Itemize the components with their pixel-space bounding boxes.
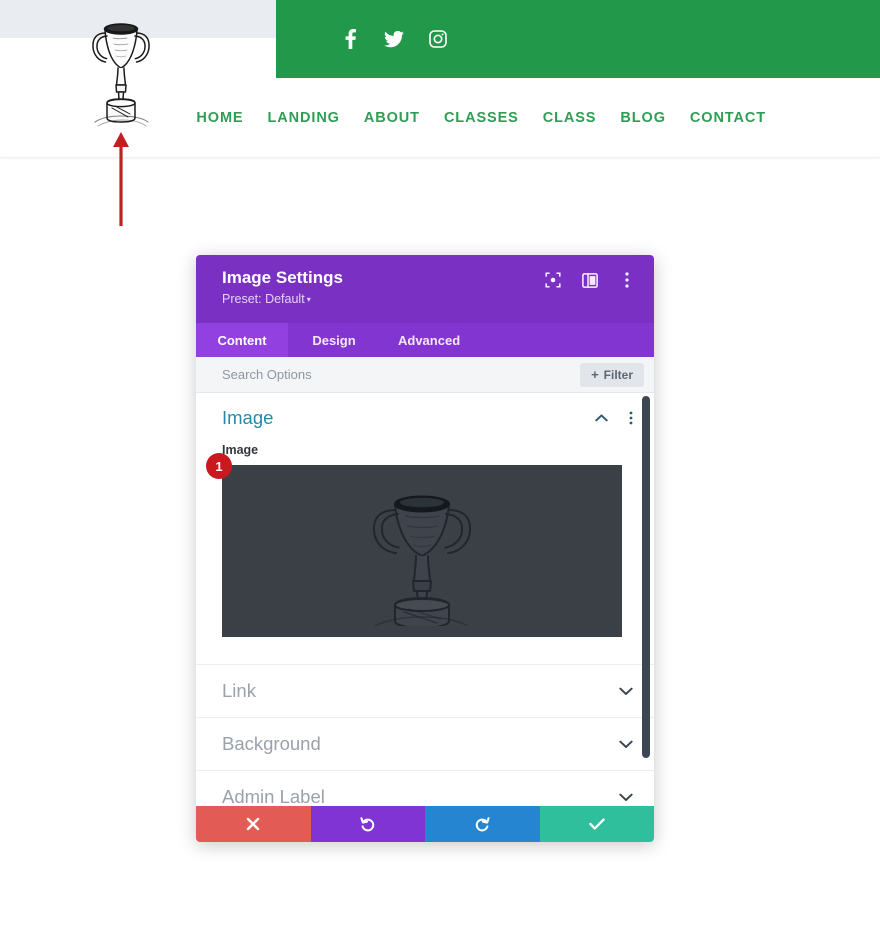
instagram-icon[interactable] [426,27,450,51]
search-row: + Filter [196,357,654,393]
modal-scroll-area: Image Image 1 Link Background Admin Labe… [196,393,654,806]
modal-titlebar-actions [544,271,636,289]
site-logo[interactable] [78,8,164,130]
chevron-down-icon: ▾ [306,295,311,305]
nav-item-landing[interactable]: LANDING [268,110,340,126]
image-preview-wrapper: 1 [206,453,622,637]
facebook-icon[interactable] [338,27,362,51]
step-badge-1: 1 [206,453,232,479]
cancel-button[interactable] [196,806,311,842]
modal-tabs: Content Design Advanced [196,323,654,357]
section-label-link: Link [222,680,256,701]
modal-body: Image Image 1 Link Background Admin Labe… [196,393,654,806]
nav-item-blog[interactable]: BLOG [620,110,666,126]
image-settings-modal: Image Settings Preset: Default ▾ Content… [196,255,654,842]
more-vertical-icon[interactable] [618,271,636,289]
plus-icon: + [591,367,599,382]
section-label-background: Background [222,733,321,754]
twitter-icon[interactable] [382,27,406,51]
section-header-image[interactable]: Image [196,393,654,443]
chevron-down-icon[interactable] [618,683,634,699]
modal-preset-label: Preset: Default [222,292,305,306]
tab-design[interactable]: Design [288,323,380,357]
nav-item-home[interactable]: HOME [196,110,243,126]
panel-layout-icon[interactable] [581,271,599,289]
modal-scrollbar-thumb[interactable] [642,396,650,758]
section-row-link[interactable]: Link [196,664,654,717]
section-actions [594,411,638,425]
section-row-background[interactable]: Background [196,717,654,770]
image-field-label: Image [222,443,259,457]
section-title-image: Image [222,407,274,428]
redo-button[interactable] [425,806,540,842]
undo-button[interactable] [310,806,425,842]
chevron-down-icon[interactable] [618,789,634,805]
site-header: HOME LANDING ABOUT CLASSES CLASS BLOG CO… [0,0,880,157]
social-bar [276,0,880,78]
tab-advanced[interactable]: Advanced [380,323,478,357]
search-input[interactable] [222,357,581,392]
tab-content[interactable]: Content [196,323,288,357]
focus-target-icon[interactable] [544,271,562,289]
chevron-up-icon[interactable] [594,411,608,425]
modal-preset-selector[interactable]: Preset: Default ▾ [222,292,311,306]
modal-scrollbar-track[interactable] [642,393,652,806]
section-row-admin-label[interactable]: Admin Label [196,770,654,806]
section-more-vertical-icon[interactable] [624,411,638,425]
section-label-admin-label: Admin Label [222,786,325,806]
chevron-down-icon[interactable] [618,736,634,752]
social-icons-group [338,0,450,78]
nav-item-contact[interactable]: CONTACT [690,110,766,126]
nav-item-classes[interactable]: CLASSES [444,110,519,126]
filter-button-label: Filter [603,367,633,382]
image-preview[interactable] [222,465,622,637]
annotation-arrow-up [110,130,132,228]
modal-titlebar: Image Settings Preset: Default ▾ [196,255,654,323]
modal-footer [196,806,654,842]
nav-item-about[interactable]: ABOUT [364,110,420,126]
nav-item-class[interactable]: CLASS [543,110,597,126]
save-button[interactable] [539,806,654,842]
filter-button[interactable]: + Filter [580,362,644,387]
image-field: Image 1 [196,443,654,637]
main-navigation: HOME LANDING ABOUT CLASSES CLASS BLOG CO… [196,78,880,157]
